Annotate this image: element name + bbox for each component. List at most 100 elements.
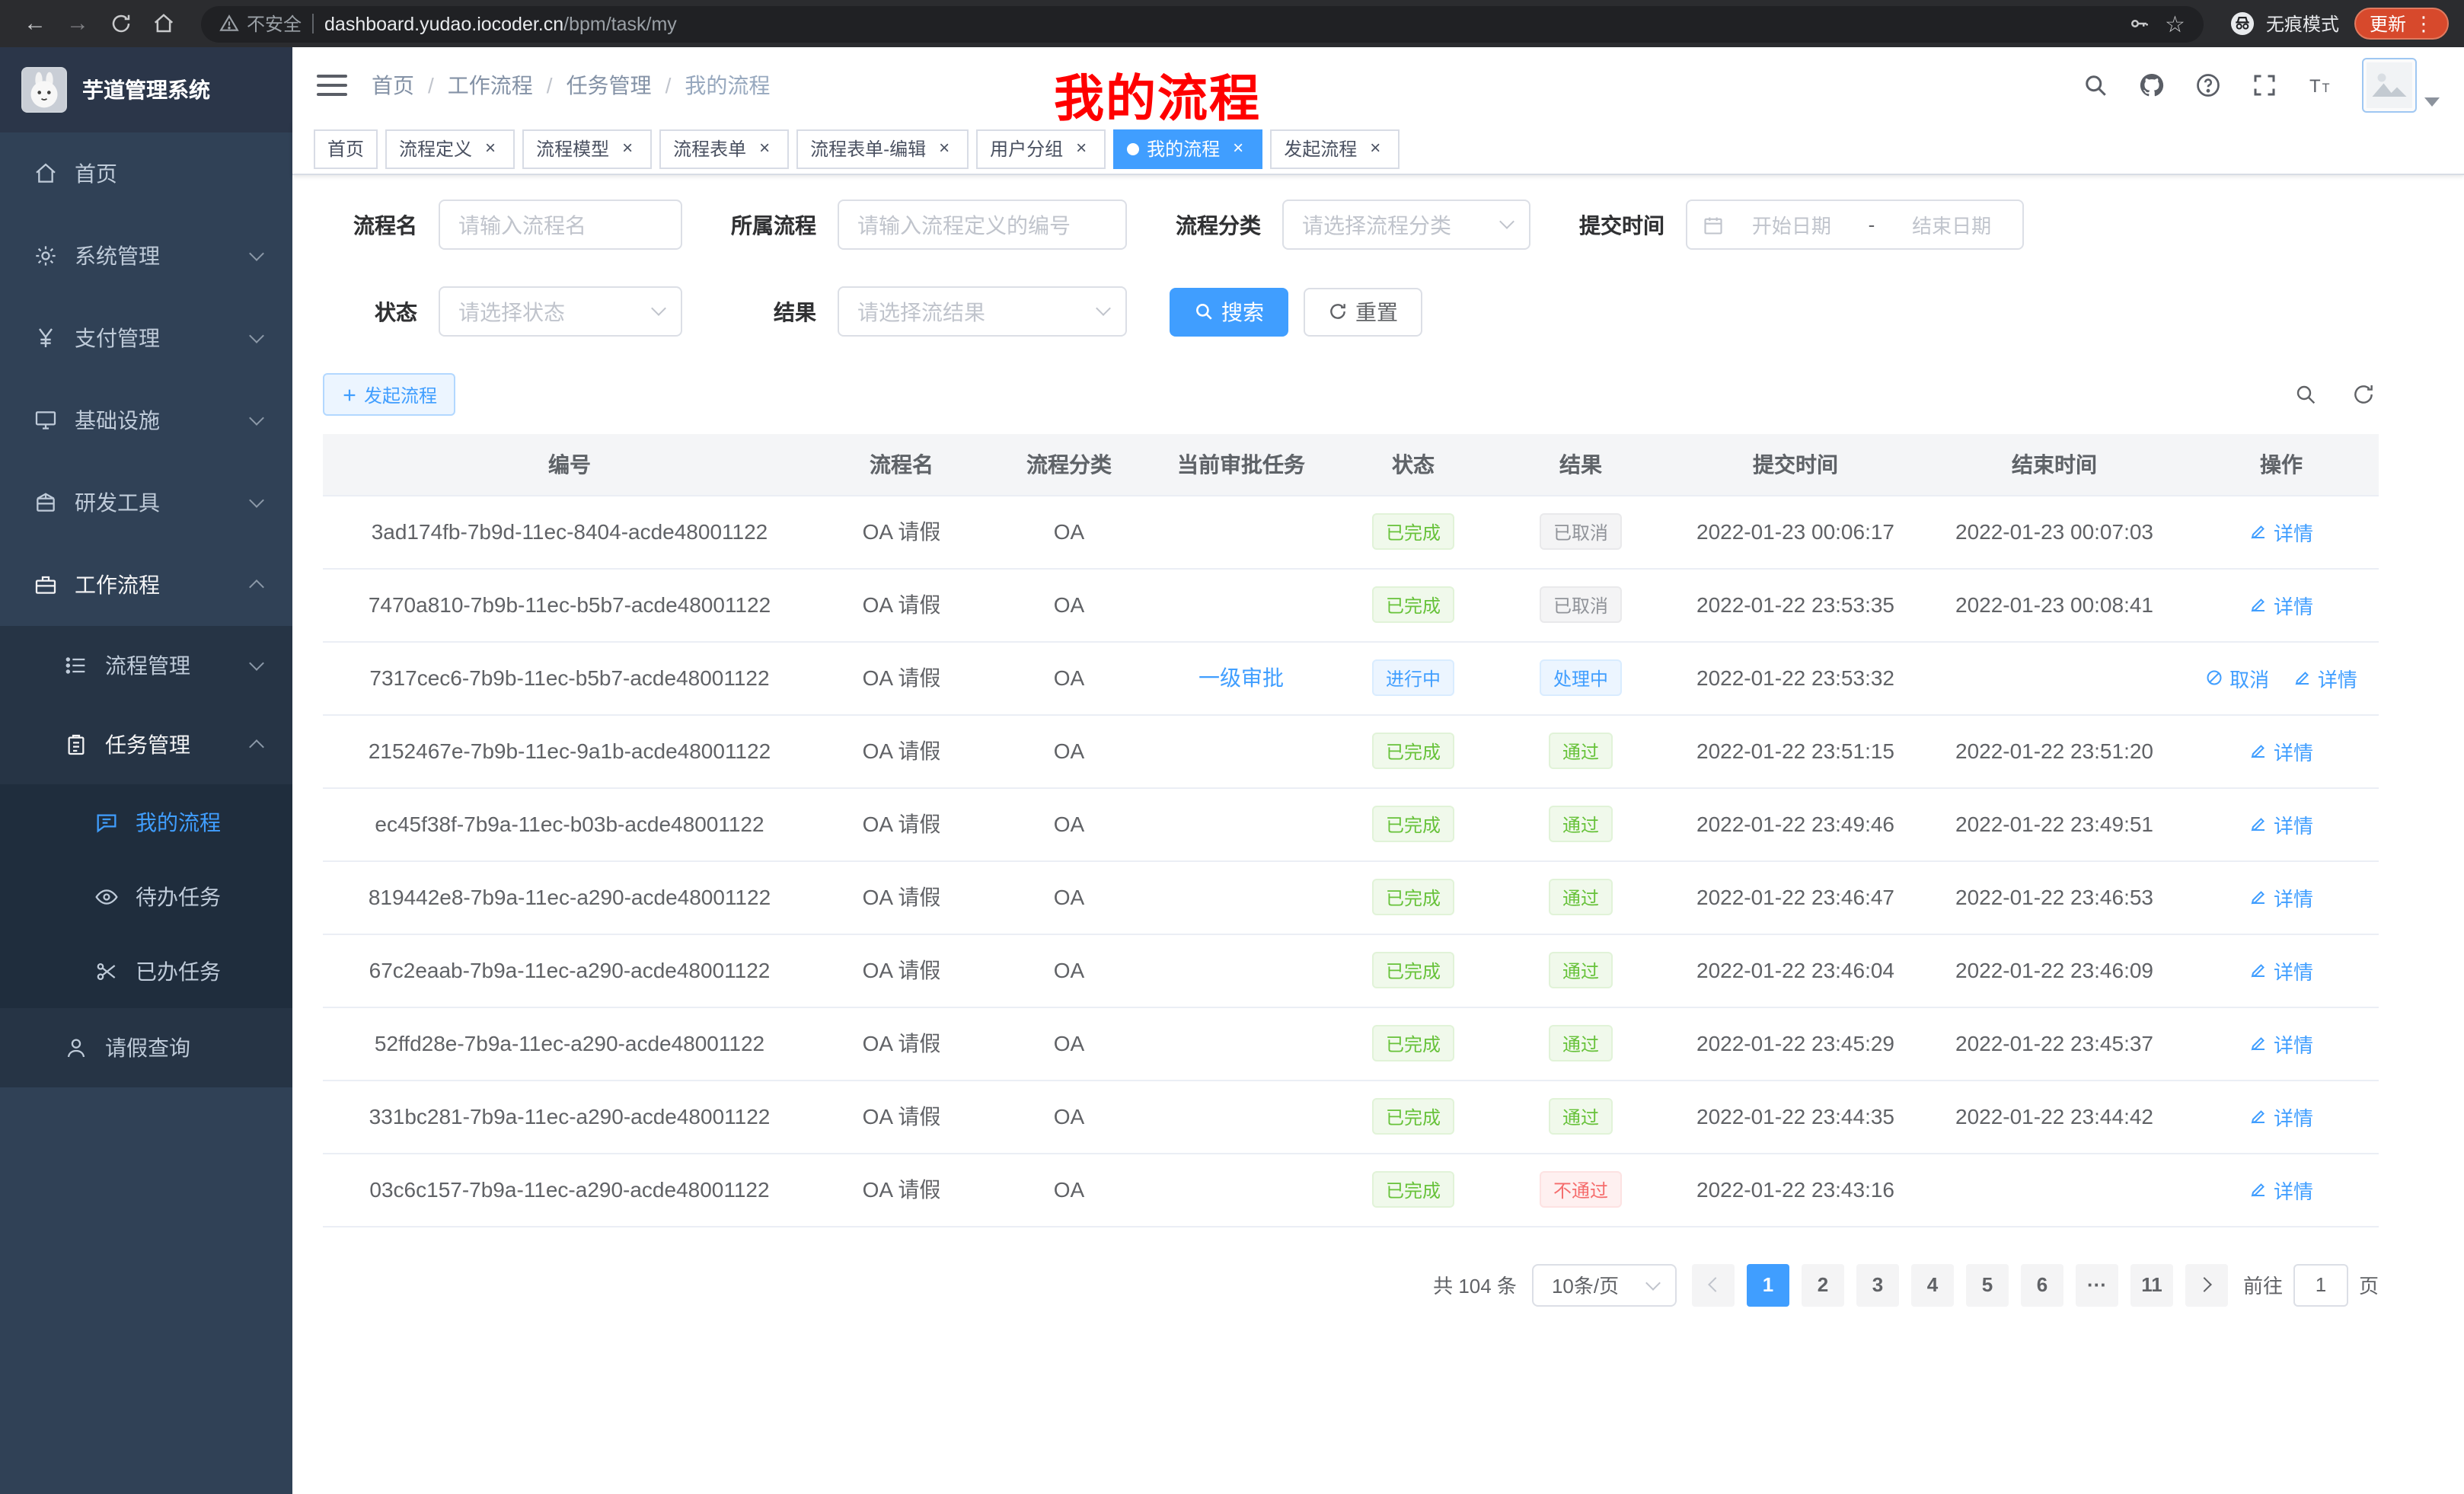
result-badge: 通过 [1549, 1098, 1613, 1135]
detail-link[interactable]: 详情 [2293, 663, 2357, 692]
page-number-button[interactable]: 2 [1802, 1263, 1844, 1306]
status-badge: 已完成 [1372, 1025, 1454, 1061]
view-tab-label: 流程模型 [536, 136, 609, 161]
detail-link[interactable]: 详情 [2249, 883, 2313, 911]
github-icon[interactable] [2137, 70, 2167, 101]
sidebar-item-process-mgmt[interactable]: 流程管理 [0, 626, 292, 705]
status-select[interactable] [439, 286, 682, 337]
sidebar-item-done-tasks[interactable]: 已办任务 [0, 934, 292, 1008]
cancel-icon [2205, 669, 2223, 687]
svg-text:T: T [2322, 81, 2330, 95]
view-tab[interactable]: 流程表单-编辑 × [796, 129, 969, 168]
page-number-button[interactable]: ··· [2076, 1263, 2118, 1306]
logo[interactable]: 芋道管理系统 [0, 47, 292, 132]
detail-link[interactable]: 详情 [2249, 809, 2313, 838]
security-warning[interactable]: 不安全 [219, 11, 302, 37]
view-tab[interactable]: 我的流程 × [1113, 129, 1262, 168]
svg-text:T: T [2309, 76, 2321, 97]
view-tab[interactable]: 流程表单 × [659, 129, 789, 168]
detail-link[interactable]: 详情 [2249, 1102, 2313, 1131]
breadcrumb-workflow[interactable]: 工作流程 [448, 70, 533, 101]
cell-submit-time: 2022-01-23 00:06:17 [1666, 495, 1925, 568]
close-icon[interactable]: × [617, 138, 638, 159]
page-number-button[interactable]: 1 [1747, 1263, 1789, 1306]
browser-forward-icon[interactable]: → [58, 4, 97, 43]
sidebar-item-todo-tasks[interactable]: 待办任务 [0, 859, 292, 934]
view-tab[interactable]: 流程模型 × [522, 129, 652, 168]
browser-back-icon[interactable]: ← [15, 4, 55, 43]
toggle-search-icon[interactable] [2290, 379, 2321, 410]
cell-category: OA [987, 787, 1151, 860]
browser-menu-icon[interactable]: ⋮ [2414, 11, 2434, 36]
detail-link[interactable]: 详情 [2249, 736, 2313, 765]
view-tab[interactable]: 流程定义 × [385, 129, 515, 168]
detail-link[interactable]: 详情 [2249, 1175, 2313, 1204]
close-icon[interactable]: × [934, 138, 955, 159]
page-number-button[interactable]: 5 [1966, 1263, 2009, 1306]
goto-page-input[interactable] [2293, 1263, 2348, 1306]
help-icon[interactable] [2193, 70, 2223, 101]
sidebar-item-workflow[interactable]: 工作流程 [0, 544, 292, 626]
search-button[interactable]: 搜索 [1170, 287, 1288, 336]
sidebar-item-task-mgmt[interactable]: 任务管理 [0, 705, 292, 784]
password-key-icon[interactable] [2127, 12, 2150, 35]
detail-link[interactable]: 详情 [2249, 517, 2313, 546]
user-menu[interactable] [2362, 58, 2440, 113]
close-icon[interactable]: × [1071, 138, 1092, 159]
browser-home-icon[interactable] [143, 4, 183, 43]
task-link[interactable]: 一级审批 [1198, 662, 1284, 693]
page-number-button[interactable]: 6 [2021, 1263, 2063, 1306]
page-number-button[interactable]: 3 [1856, 1263, 1899, 1306]
address-bar[interactable]: 不安全 dashboard.yudao.iocoder.cn/bpm/task/… [201, 5, 2204, 42]
update-button[interactable]: 更新 ⋮ [2354, 8, 2449, 40]
cancel-link[interactable]: 取消 [2205, 663, 2269, 692]
font-size-icon[interactable]: TT [2306, 70, 2336, 101]
sidebar-item-leave-query[interactable]: 请假查询 [0, 1008, 292, 1087]
page-number-button[interactable]: 11 [2130, 1263, 2173, 1306]
submit-time-range-picker[interactable]: 开始日期 - 结束日期 [1686, 200, 2024, 250]
sidebar-item-my-process[interactable]: 我的流程 [0, 784, 292, 859]
detail-link[interactable]: 详情 [2249, 956, 2313, 985]
prev-page-button[interactable] [1692, 1263, 1735, 1306]
sidebar-item-payment[interactable]: 支付管理 [0, 297, 292, 379]
sidebar-item-devtools[interactable]: 研发工具 [0, 461, 292, 544]
result-badge: 处理中 [1540, 659, 1622, 696]
search-icon[interactable] [2080, 70, 2111, 101]
process-name-input[interactable] [439, 200, 682, 250]
cell-submit-time: 2022-01-22 23:45:29 [1666, 1007, 1925, 1080]
reset-button[interactable]: 重置 [1304, 287, 1422, 336]
detail-link[interactable]: 详情 [2249, 1029, 2313, 1058]
sidebar-item-infra[interactable]: 基础设施 [0, 379, 292, 461]
process-definition-input[interactable] [838, 200, 1127, 250]
view-tab[interactable]: 用户分组 × [976, 129, 1106, 168]
next-page-button[interactable] [2185, 1263, 2228, 1306]
fullscreen-icon[interactable] [2249, 70, 2280, 101]
browser-refresh-icon[interactable] [101, 4, 140, 43]
cell-status: 已完成 [1331, 495, 1495, 568]
breadcrumb-task-mgmt[interactable]: 任务管理 [567, 70, 652, 101]
view-tab[interactable]: 发起流程 × [1270, 129, 1400, 168]
refresh-table-icon[interactable] [2348, 379, 2379, 410]
detail-link[interactable]: 详情 [2249, 590, 2313, 619]
breadcrumb-home[interactable]: 首页 [372, 70, 414, 101]
result-select[interactable] [838, 286, 1127, 337]
close-icon[interactable]: × [1227, 138, 1249, 159]
view-tab[interactable]: 首页 [314, 129, 378, 168]
close-icon[interactable]: × [1364, 138, 1386, 159]
close-icon[interactable]: × [480, 138, 501, 159]
page-number-button[interactable]: 4 [1911, 1263, 1954, 1306]
table-toolbar: 发起流程 [323, 373, 2379, 416]
sidebar-item-system[interactable]: 系统管理 [0, 215, 292, 297]
page-size-select[interactable] [1532, 1263, 1677, 1306]
create-process-button[interactable]: 发起流程 [323, 373, 455, 416]
cell-id: 7470a810-7b9b-11ec-b5b7-acde48001122 [323, 568, 816, 641]
bookmark-star-icon[interactable]: ☆ [2165, 10, 2185, 37]
close-icon[interactable]: × [754, 138, 775, 159]
hamburger-icon[interactable] [317, 70, 347, 101]
cell-actions: 详情 [2184, 714, 2379, 787]
sidebar-item-home[interactable]: 首页 [0, 132, 292, 215]
cell-task [1151, 934, 1331, 1007]
cell-name: OA 请假 [816, 934, 987, 1007]
view-tab-label: 我的流程 [1147, 136, 1220, 161]
process-category-select[interactable] [1282, 200, 1530, 250]
